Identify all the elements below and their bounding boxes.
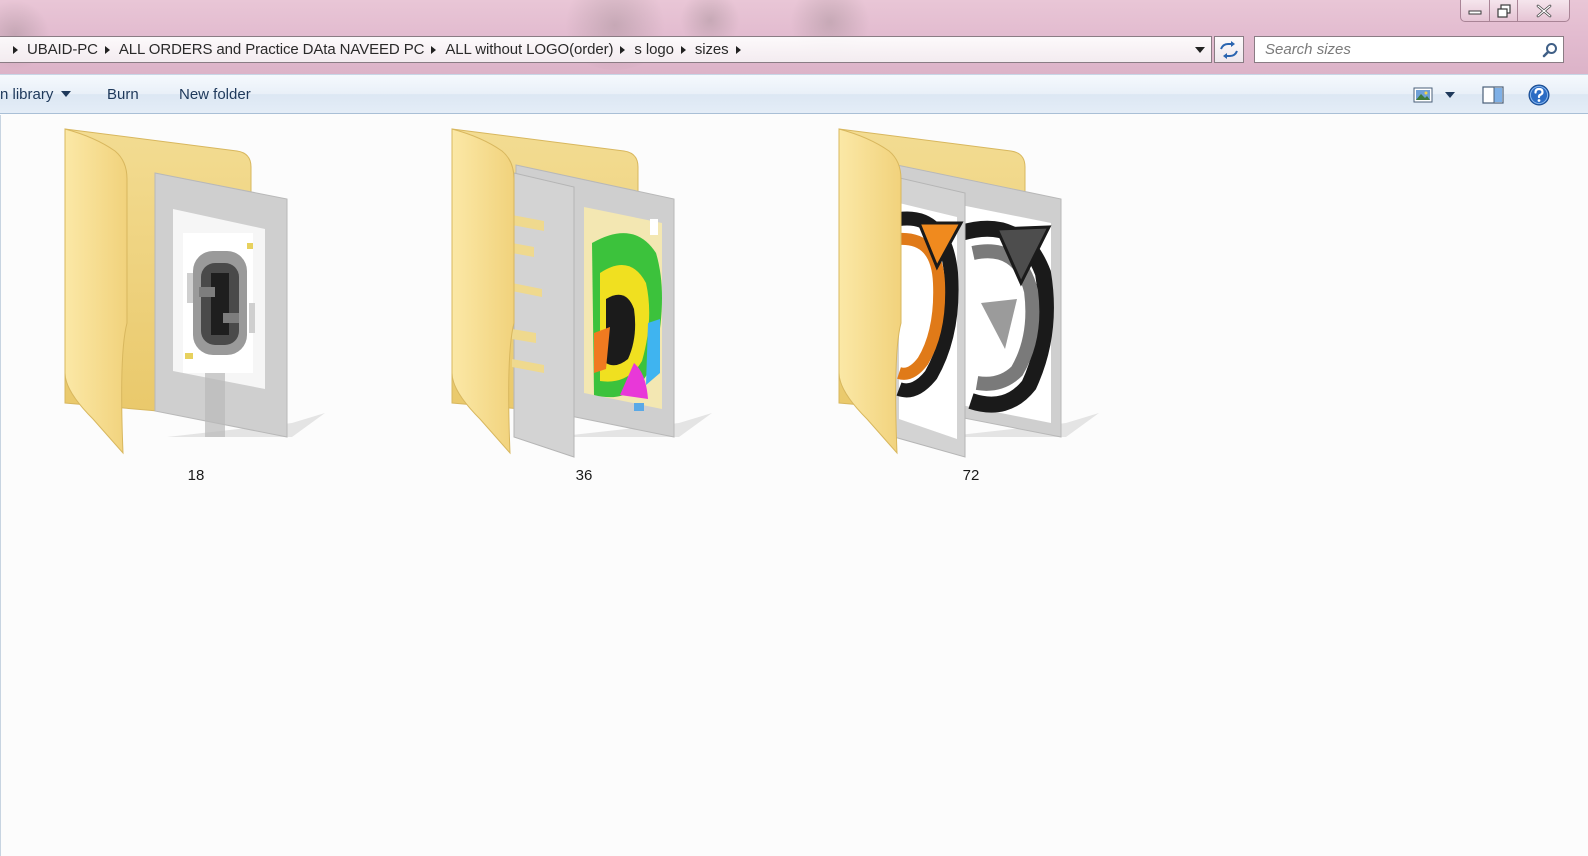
breadcrumb-item-all-without-logo[interactable]: ALL without LOGO(order) [445,41,613,58]
folder-item-36[interactable]: 36 [434,123,734,484]
search-box[interactable] [1254,36,1564,63]
minimize-icon [1468,10,1482,14]
folder-name: 18 [187,467,205,484]
title-bar: UBAID-PC ALL ORDERS and Practice DAta NA… [0,0,1588,74]
address-history-dropdown[interactable] [1189,37,1211,62]
preview-pane-icon [1482,86,1504,104]
breadcrumb-item-computer[interactable]: UBAID-PC [27,41,98,58]
breadcrumb-separator[interactable] [104,45,110,54]
folder-item-18[interactable]: 18 [47,123,347,484]
restore-icon [1496,3,1511,18]
breadcrumb-separator[interactable] [620,45,626,54]
change-view-button[interactable] [1406,82,1462,108]
minimize-button[interactable] [1460,0,1490,22]
folder-icon [451,128,712,458]
window-controls [1460,0,1570,24]
new-folder-label: New folder [179,85,251,103]
breadcrumb: UBAID-PC ALL ORDERS and Practice DAta NA… [0,37,1189,62]
folder-name: 72 [962,467,980,484]
breadcrumb-item-s-logo[interactable]: s logo [634,41,674,58]
close-button[interactable] [1518,0,1570,22]
help-icon [1528,84,1550,106]
file-list-view[interactable]: 18 36 72 [0,115,1588,856]
breadcrumb-item-all-orders[interactable]: ALL ORDERS and Practice DAta NAVEED PC [119,41,425,58]
refresh-button[interactable] [1214,36,1244,63]
burn-button[interactable]: Burn [107,80,139,108]
include-in-library-button[interactable]: n library [0,80,72,108]
burn-label: Burn [107,85,139,103]
folder-item-72[interactable]: 72 [821,123,1121,484]
chevron-down-icon [1445,92,1455,98]
search-icon[interactable] [1537,42,1563,58]
include-in-library-label: n library [0,85,54,103]
help-button[interactable] [1524,82,1554,108]
command-bar: n library Burn New folder [0,74,1588,114]
breadcrumb-separator[interactable] [735,45,741,54]
chevron-down-icon [61,91,72,97]
breadcrumb-separator[interactable] [431,45,437,54]
address-bar[interactable]: UBAID-PC ALL ORDERS and Practice DAta NA… [0,36,1212,63]
restore-button[interactable] [1490,0,1518,22]
folder-icon [64,128,325,455]
breadcrumb-item-sizes[interactable]: sizes [695,41,729,58]
chevron-down-icon [1195,46,1205,53]
folder-name: 36 [575,467,593,484]
breadcrumb-separator[interactable] [680,45,686,54]
refresh-icon [1220,40,1238,59]
search-input[interactable] [1265,41,1537,58]
folder-icon [838,128,1099,458]
preview-pane-button[interactable] [1478,82,1508,108]
close-icon [1536,4,1551,17]
breadcrumb-separator[interactable] [13,45,18,54]
views-icon [1413,87,1433,103]
new-folder-button[interactable]: New folder [179,80,251,108]
